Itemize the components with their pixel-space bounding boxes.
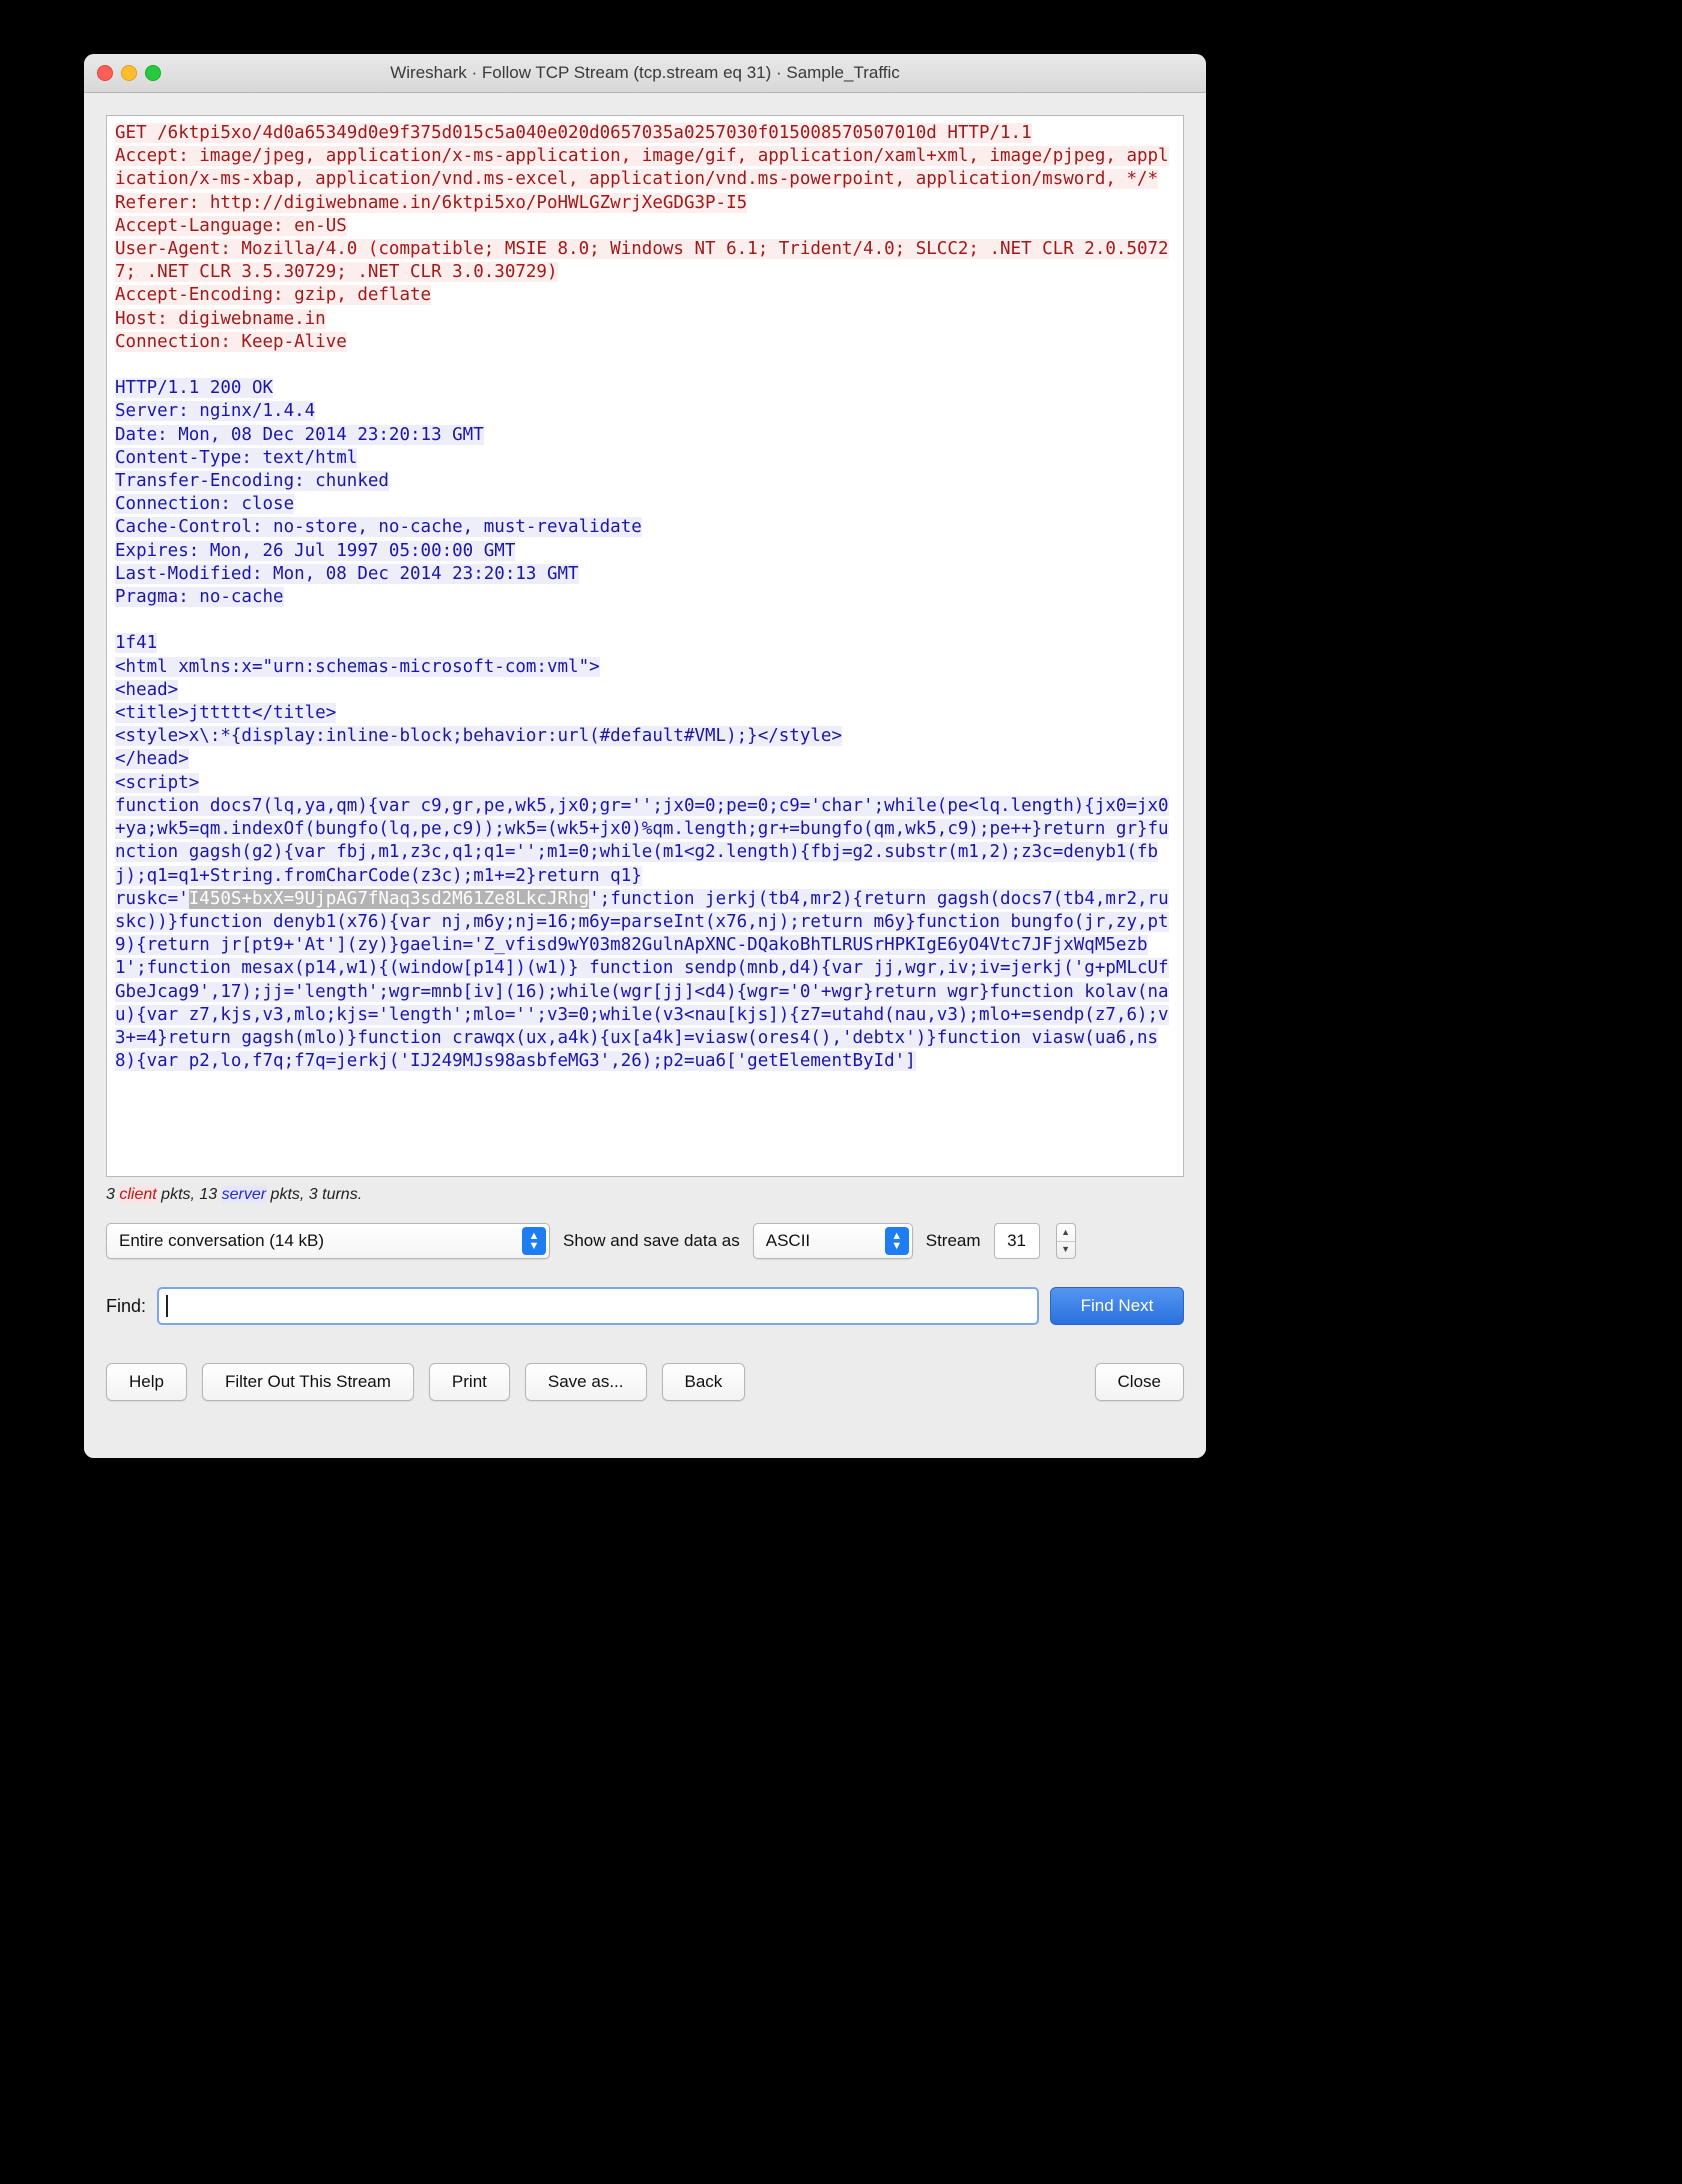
encoding-select[interactable]: ASCII ▲ ▼: [752, 1223, 913, 1259]
server-response-headers-text: HTTP/1.1 200 OK Server: nginx/1.4.4 Date…: [115, 378, 642, 608]
server-body-text-part2: ';function jerkj(tb4,mr2){return gagsh(d…: [115, 888, 1169, 1072]
chevron-updown-icon[interactable]: ▲ ▼: [522, 1227, 546, 1255]
zoom-icon[interactable]: [145, 65, 161, 81]
client-packet-count: 3: [106, 1186, 115, 1203]
find-row: Find: Find Next: [106, 1287, 1184, 1325]
stream-stepper-up-icon[interactable]: ▲: [1056, 1224, 1075, 1242]
close-button[interactable]: Close: [1094, 1363, 1184, 1401]
show-save-data-label: Show and save data as: [563, 1231, 740, 1250]
follow-tcp-stream-window: Wireshark · Follow TCP Stream (tcp.strea…: [84, 54, 1206, 1458]
back-button[interactable]: Back: [661, 1363, 746, 1401]
find-next-button[interactable]: Find Next: [1050, 1287, 1184, 1325]
encoding-select-value: ASCII: [765, 1231, 811, 1250]
blank-separator-2: .: [115, 610, 126, 630]
conversation-select-value: Entire conversation (14 kB): [119, 1231, 325, 1250]
packet-summary-status: 3 client pkts, 13 server pkts, 3 turns.: [106, 1186, 1184, 1204]
dialog-body: GET /6ktpi5xo/4d0a65349d0e9f375d015c5a04…: [84, 93, 1206, 1458]
server-keyword: server: [221, 1186, 267, 1203]
text-caret: [166, 1295, 168, 1317]
stream-number-stepper[interactable]: ▲ ▼: [1055, 1223, 1076, 1259]
stream-content-pane[interactable]: GET /6ktpi5xo/4d0a65349d0e9f375d015c5a04…: [106, 115, 1184, 1177]
dialog-button-row: Help Filter Out This Stream Print Save a…: [106, 1363, 1184, 1401]
client-suffix: pkts,: [156, 1186, 200, 1203]
minimize-icon[interactable]: [121, 65, 137, 81]
find-input[interactable]: [157, 1287, 1039, 1325]
server-suffix: pkts, 3 turns.: [266, 1186, 363, 1203]
stream-label: Stream: [925, 1231, 981, 1250]
screen: Wireshark · Follow TCP Stream (tcp.strea…: [0, 0, 1682, 2184]
window-titlebar[interactable]: Wireshark · Follow TCP Stream (tcp.strea…: [84, 54, 1206, 93]
find-label: Find:: [106, 1295, 147, 1316]
chevron-updown-icon-encoding[interactable]: ▲ ▼: [884, 1227, 909, 1255]
traffic-light-group: [84, 65, 161, 81]
stream-stepper-down-icon[interactable]: ▼: [1057, 1242, 1075, 1259]
close-icon[interactable]: [97, 65, 113, 81]
client-keyword: client: [119, 1186, 157, 1203]
chevron-down-glyph: ▼: [528, 1240, 540, 1252]
conversation-select[interactable]: Entire conversation (14 kB) ▲ ▼: [106, 1223, 550, 1259]
server-packet-count: 13: [199, 1186, 218, 1203]
window-title: Wireshark · Follow TCP Stream (tcp.strea…: [390, 63, 900, 82]
blank-separator-1: .: [115, 355, 126, 375]
server-body-text-part1: 1f41 <html xmlns:x="urn:schemas-microsof…: [115, 633, 1169, 909]
stream-number-input[interactable]: 31: [993, 1223, 1040, 1259]
filter-out-button[interactable]: Filter Out This Stream: [201, 1363, 414, 1401]
client-request-text: GET /6ktpi5xo/4d0a65349d0e9f375d015c5a04…: [115, 123, 1169, 352]
chevron-down-glyph-encoding: ▼: [891, 1240, 903, 1252]
stream-controls-row: Entire conversation (14 kB) ▲ ▼ Show and…: [106, 1223, 1184, 1259]
save-as-button[interactable]: Save as...: [524, 1363, 647, 1401]
stream-text[interactable]: GET /6ktpi5xo/4d0a65349d0e9f375d015c5a04…: [107, 122, 1183, 1073]
print-button[interactable]: Print: [428, 1363, 510, 1401]
search-match-selection: I450S+bxX=9UjpAG7fNaq3sd2M61Ze8LkcJRhg: [188, 888, 590, 909]
help-button[interactable]: Help: [106, 1363, 187, 1401]
